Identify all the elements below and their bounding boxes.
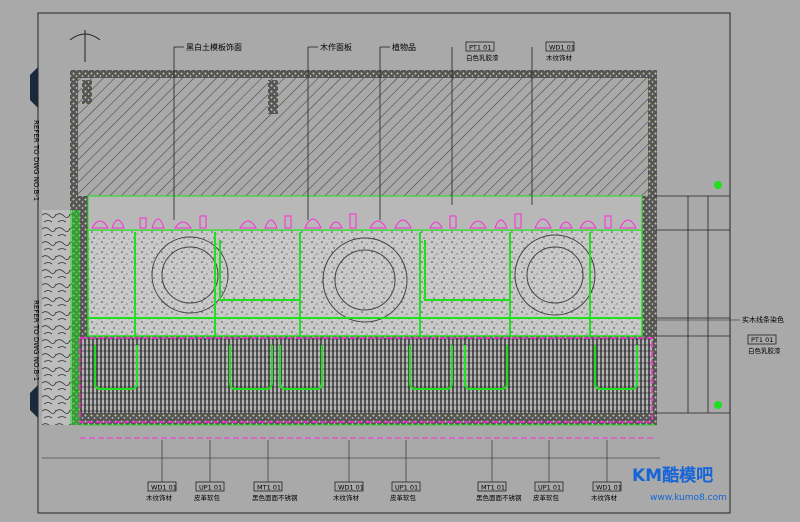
bottom-tag-code: WD1 01 — [338, 484, 364, 492]
side-ref-upper: REFER TO DWG NO.B-1 — [32, 120, 40, 201]
bottom-tag: UP1 01皮革软包 — [194, 440, 225, 502]
bottom-tag-code: WD1 01 — [151, 484, 177, 492]
bottom-tag-code: MT1 01 — [257, 484, 281, 492]
top-label-3: 植物品 — [392, 42, 416, 52]
bottom-tag-code: UP1 01 — [199, 484, 222, 492]
bottom-tag-code: WD1 01 — [596, 484, 622, 492]
bottom-tag-desc: 木纹饰材 — [333, 493, 360, 502]
bottom-tag-code: MT1 01 — [481, 484, 505, 492]
top-label-2: 木作面板 — [320, 42, 352, 52]
bottom-tag-desc: 皮革软包 — [390, 493, 417, 502]
bottom-tag-code: UP1 01 — [395, 484, 418, 492]
svg-text:植物品: 植物品 — [392, 42, 416, 52]
svg-text:木作面板: 木作面板 — [320, 42, 352, 52]
bottom-tag-desc: 皮革软包 — [533, 493, 560, 502]
bottom-tag: UP1 01皮革软包 — [390, 440, 421, 502]
bottom-tag-desc: 黑色面面不锈钢 — [252, 493, 298, 502]
bottom-tag-desc: 皮革软包 — [194, 493, 221, 502]
svg-text:实木线条染色: 实木线条染色 — [742, 315, 784, 324]
bottom-tag: WD1 01木纹饰材 — [146, 440, 177, 502]
svg-text:PT1 01: PT1 01 — [751, 336, 773, 344]
bottom-tag: MT1 01黑色面面不锈钢 — [476, 440, 522, 502]
svg-text:PT1 01: PT1 01 — [469, 44, 491, 52]
top-label-1: 黑白土模板饰面 — [186, 42, 242, 52]
top-tag-1: PT1 01 白色乳胶漆 — [465, 41, 499, 62]
bottom-tag: UP1 01皮革软包 — [533, 440, 564, 502]
right-note-2: PT1 01 — [747, 334, 777, 345]
bottom-tag-code: UP1 01 — [538, 484, 561, 492]
svg-text:白色乳胶漆: 白色乳胶漆 — [748, 346, 781, 355]
svg-text:木纹饰材: 木纹饰材 — [546, 53, 573, 62]
watermark: KM酷模吧 www.kumo8.com — [632, 465, 727, 503]
svg-text:黑白土模板饰面: 黑白土模板饰面 — [186, 42, 242, 52]
svg-text:白色乳胶漆: 白色乳胶漆 — [466, 53, 499, 62]
bottom-tag-desc: 木纹饰材 — [591, 493, 618, 502]
right-note-1: 实木线条染色 — [742, 315, 784, 324]
svg-text:KM酷模吧: KM酷模吧 — [632, 465, 713, 486]
bottom-tag: WD1 01木纹饰材 — [333, 440, 364, 502]
side-ref-lower: REFER TO DWG NO.B-1 — [32, 300, 40, 381]
bottom-tag: WD1 01木纹饰材 — [591, 440, 622, 502]
elevation-drawing: REFER TO DWG NO.B-1 REFER TO DWG NO.B-1 — [30, 12, 784, 514]
svg-text:WD1 01: WD1 01 — [549, 44, 575, 52]
right-note-3: 白色乳胶漆 — [748, 346, 781, 355]
top-tag-2: WD1 01 木纹饰材 — [545, 41, 575, 62]
bottom-tag-desc: 木纹饰材 — [146, 493, 173, 502]
svg-text:www.kumo8.com: www.kumo8.com — [650, 493, 727, 503]
svg-text:REFER TO DWG NO.B-1: REFER TO DWG NO.B-1 — [32, 300, 40, 381]
bottom-tags: WD1 01木纹饰材UP1 01皮革软包MT1 01黑色面面不锈钢WD1 01木… — [146, 440, 622, 502]
bottom-tag: MT1 01黑色面面不锈钢 — [252, 440, 298, 502]
svg-text:REFER TO DWG NO.B-1: REFER TO DWG NO.B-1 — [32, 120, 40, 201]
bottom-tag-desc: 黑色面面不锈钢 — [476, 493, 522, 502]
